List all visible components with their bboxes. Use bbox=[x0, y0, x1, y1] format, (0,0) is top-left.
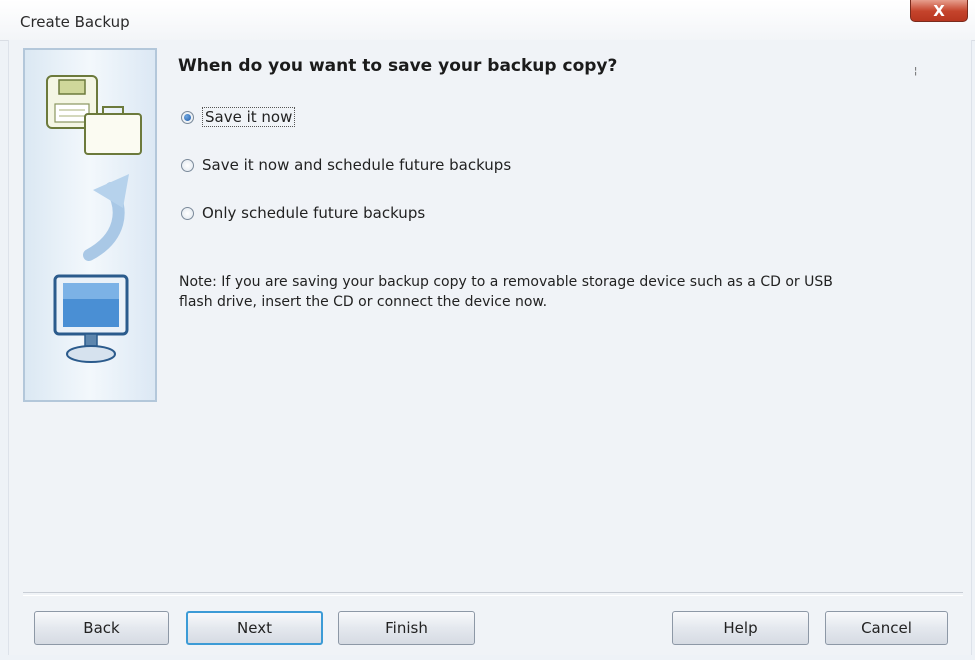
option-save-now-label[interactable]: Save it now bbox=[202, 107, 296, 127]
option-only-schedule-label[interactable]: Only schedule future backups bbox=[202, 204, 425, 222]
window-title: Create Backup bbox=[20, 13, 130, 31]
option-only-schedule[interactable]: Only schedule future backups bbox=[181, 204, 425, 222]
finish-button[interactable]: Finish bbox=[338, 611, 475, 645]
stray-mark: ¦ bbox=[914, 66, 918, 77]
option-save-now[interactable]: Save it now bbox=[181, 107, 296, 127]
back-button[interactable]: Back bbox=[34, 611, 169, 645]
option-save-and-schedule-label[interactable]: Save it now and schedule future backups bbox=[202, 156, 511, 174]
page-heading: When do you want to save your backup cop… bbox=[178, 56, 618, 76]
button-separator bbox=[23, 592, 963, 596]
radio-save-now[interactable] bbox=[181, 110, 194, 124]
radio-save-and-schedule[interactable] bbox=[181, 158, 194, 172]
briefcase-icon bbox=[84, 106, 142, 155]
side-illustration-panel bbox=[23, 48, 157, 402]
close-button[interactable]: X bbox=[910, 0, 968, 22]
backup-illustration bbox=[46, 75, 142, 363]
help-button[interactable]: Help bbox=[672, 611, 809, 645]
removable-storage-note: Note: If you are saving your backup copy… bbox=[179, 274, 833, 310]
dialog-content: When do you want to save your backup cop… bbox=[8, 40, 972, 655]
option-save-and-schedule[interactable]: Save it now and schedule future backups bbox=[181, 156, 511, 174]
title-bar: Create Backup X bbox=[0, 0, 975, 41]
cancel-button[interactable]: Cancel bbox=[825, 611, 948, 645]
curved-arrow-icon bbox=[83, 174, 129, 261]
monitor-icon bbox=[53, 274, 129, 363]
radio-only-schedule[interactable] bbox=[181, 206, 194, 220]
next-button[interactable]: Next bbox=[186, 611, 323, 645]
